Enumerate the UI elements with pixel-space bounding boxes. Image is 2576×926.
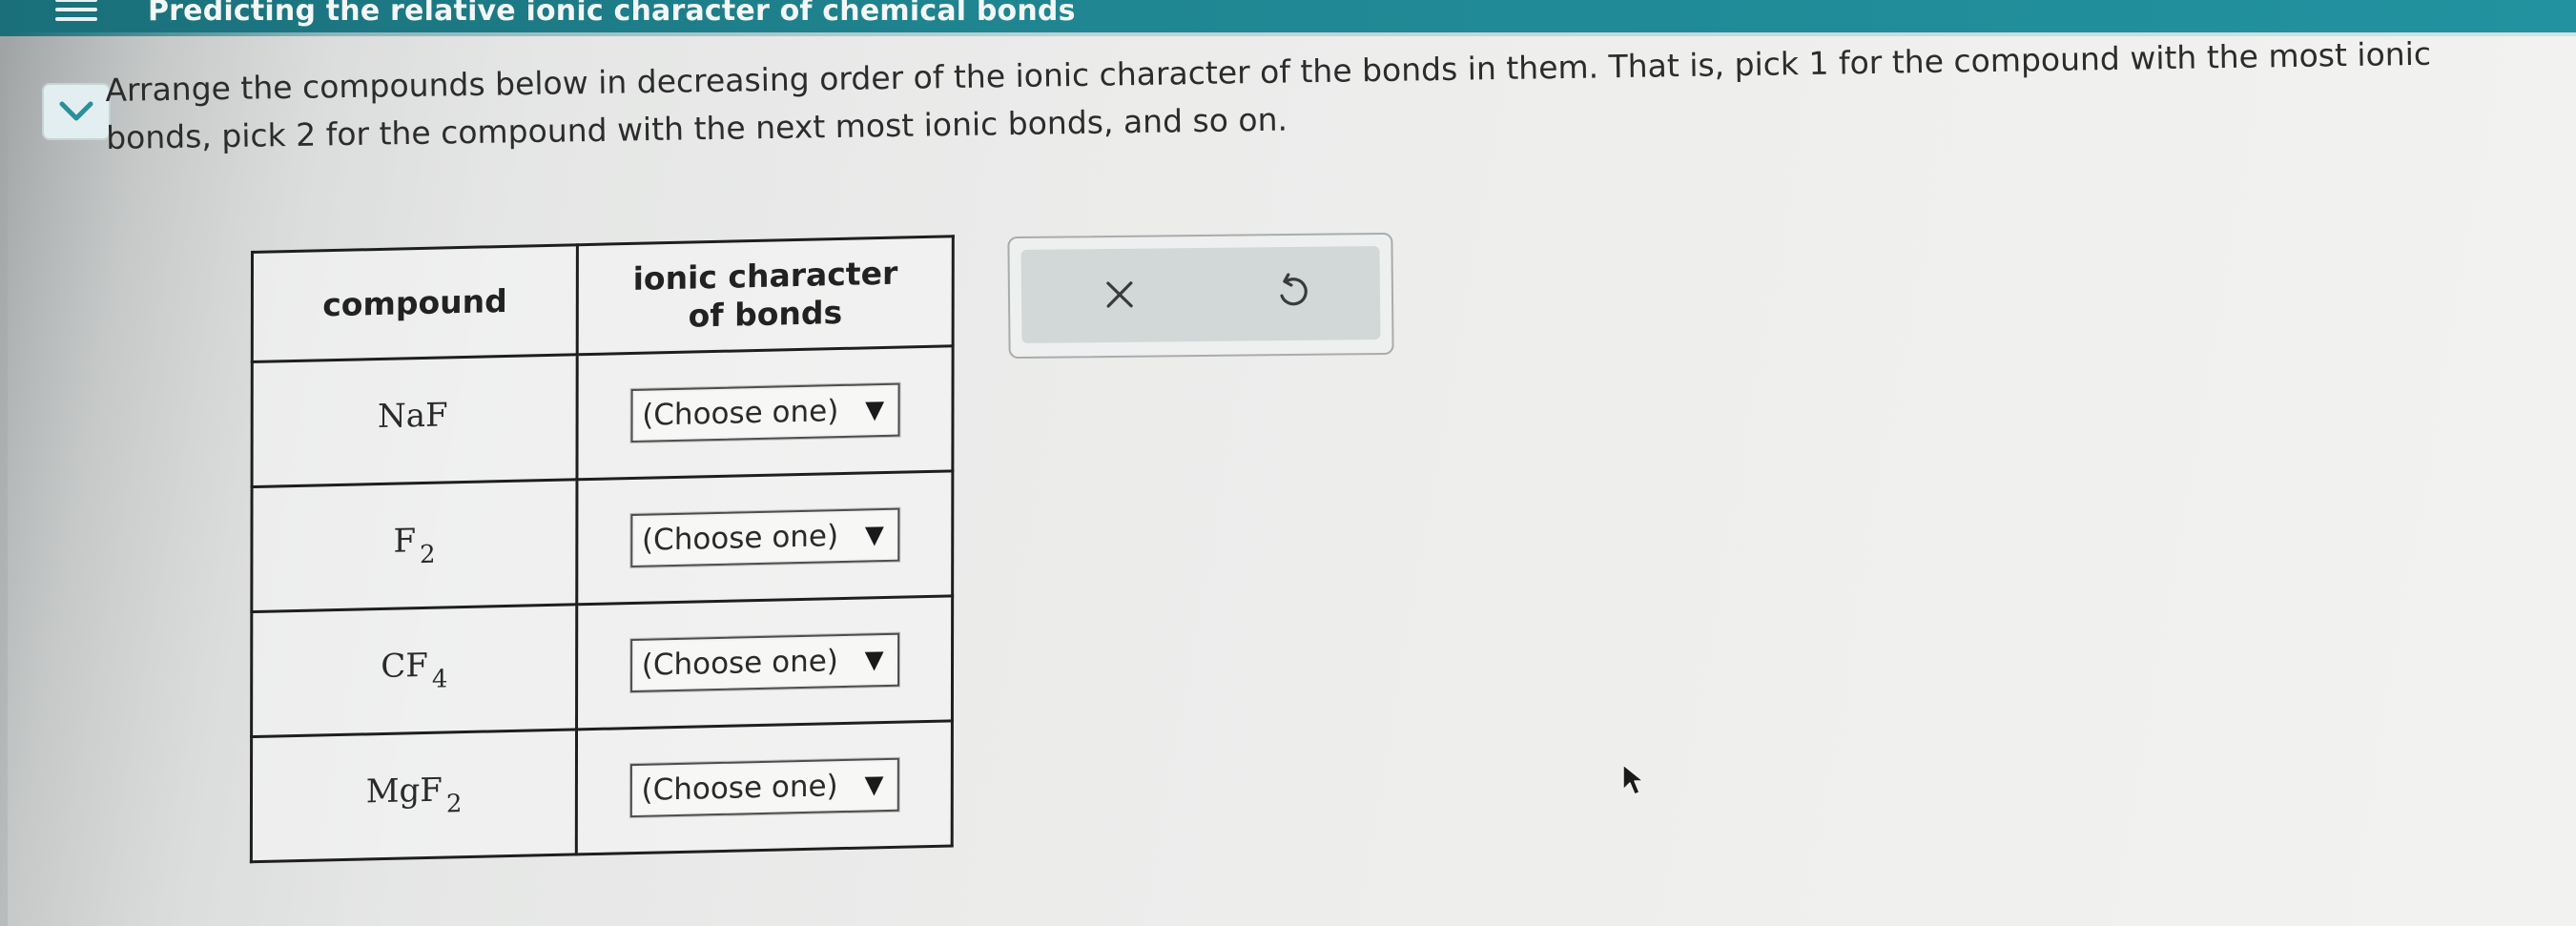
rank-select-mgf2[interactable]: (Choose one) ▼ [629,757,899,818]
undo-button[interactable] [1260,262,1328,322]
rank-cell: (Choose one) ▼ [576,595,953,730]
select-value: (Choose one) [641,644,838,683]
compound-cell: NaF [252,354,578,487]
table-row: MgF 2 (Choose one) ▼ [251,720,953,862]
compound-cell: CF 4 [251,604,578,737]
undo-icon [1280,273,1308,306]
mouse-pointer-icon [1622,764,1644,795]
compound-cell: MgF 2 [251,729,577,862]
compound-mgf2: MgF 2 [365,771,463,819]
dropdown-arrow-icon: ▼ [865,395,885,425]
compound-formula: CF [381,646,428,687]
compound-cf4: CF 4 [381,646,447,694]
rank-cell: (Choose one) ▼ [577,470,953,605]
answer-actions [1007,232,1394,360]
select-value: (Choose one) [641,519,839,558]
compound-f2: F2 [393,522,435,569]
top-bar: Predicting the relative ionic character … [0,0,2576,36]
table-row: NaF (Choose one) ▼ [252,345,954,487]
clear-button[interactable] [1086,266,1154,324]
compound-formula: NaF [377,396,448,437]
collapse-button[interactable] [42,83,111,140]
dropdown-arrow-icon: ▼ [864,771,884,800]
page-title: Predicting the relative ionic character … [148,0,1076,28]
dropdown-arrow-icon: ▼ [864,646,884,675]
compound-formula: F [393,522,417,561]
rank-select-f2[interactable]: (Choose one) ▼ [629,507,899,568]
compound-subscript: 2 [445,790,463,819]
menu-icon[interactable] [48,0,105,29]
compound-subscript: 2 [420,540,436,570]
header-ionic-line2: of bonds [688,293,843,335]
table-row: CF 4 (Choose one) ▼ [251,595,953,737]
rank-cell: (Choose one) ▼ [576,720,953,854]
compound-cell: F2 [251,479,578,612]
rank-select-naf[interactable]: (Choose one) ▼ [630,382,900,443]
dropdown-arrow-icon: ▼ [864,521,884,550]
compounds-table: compound ionic character of bonds NaF (C… [249,235,955,864]
select-value: (Choose one) [642,394,839,433]
compound-naf: NaF [378,396,452,436]
table-header-row: compound ionic character of bonds [252,236,954,362]
header-ionic-line1: ionic character [632,254,898,298]
table-row: F2 (Choose one) ▼ [251,470,953,612]
compound-formula: MgF [365,771,443,812]
rank-cell: (Choose one) ▼ [577,345,954,480]
header-ionic-character: ionic character of bonds [577,236,954,355]
select-value: (Choose one) [641,769,838,808]
chevron-down-icon [59,101,93,121]
compound-subscript: 4 [431,665,448,694]
rank-select-cf4[interactable]: (Choose one) ▼ [629,632,899,693]
close-icon [1106,281,1133,308]
header-compound: compound [252,244,578,362]
